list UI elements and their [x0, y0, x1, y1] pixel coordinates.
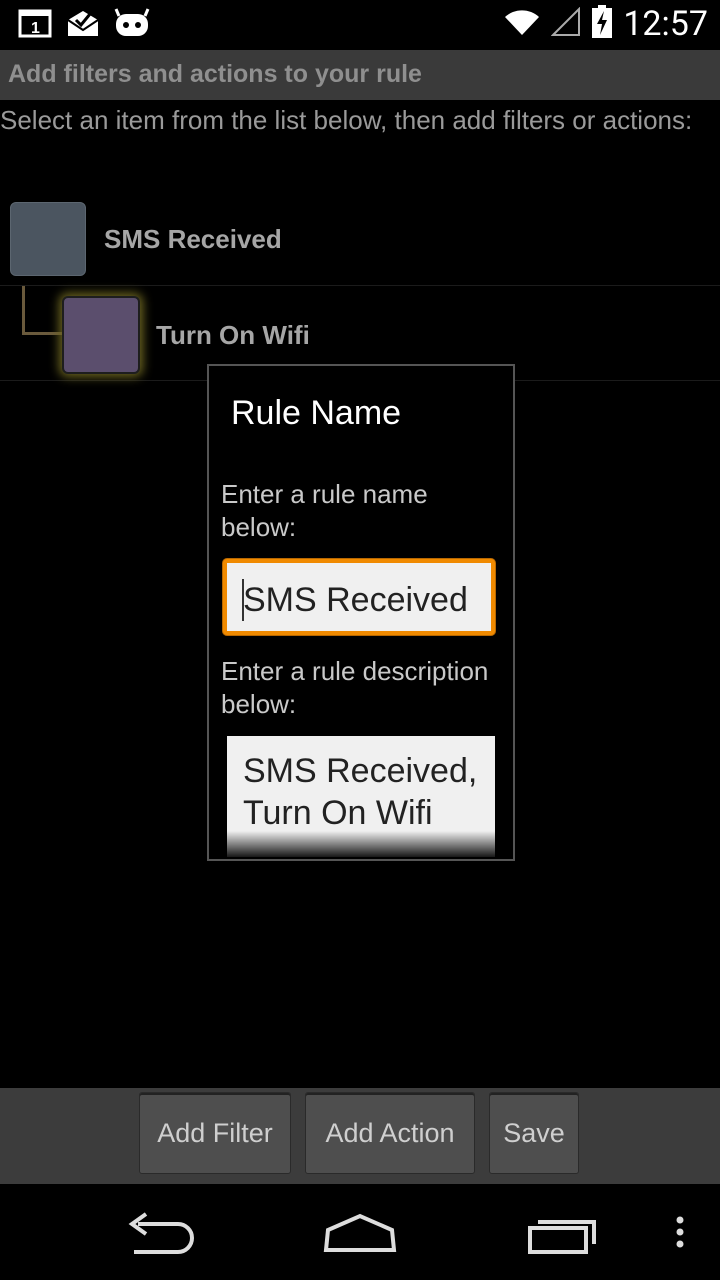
home-icon[interactable] — [322, 1206, 398, 1261]
rule-name-input[interactable]: SMS Received — [223, 559, 495, 635]
signal-icon — [550, 6, 581, 42]
title-bar: Add filters and actions to your rule — [0, 50, 720, 100]
page-title: Add filters and actions to your rule — [8, 60, 422, 88]
scroll-fade — [227, 831, 495, 857]
rule-description-value: SMS Received, Turn On Wifi — [243, 752, 478, 832]
save-button[interactable]: Save — [489, 1092, 579, 1174]
rule-item-label: Turn On Wifi — [156, 320, 310, 350]
rule-name-value: SMS Received — [243, 581, 468, 619]
filter-icon-box — [10, 202, 86, 276]
action-icon-box — [62, 296, 140, 374]
rule-description-label: Enter a rule description below: — [221, 656, 489, 719]
svg-text:1: 1 — [31, 20, 40, 37]
rule-name-dialog: Rule Name Enter a rule name below: SMS R… — [207, 364, 515, 861]
add-filter-button[interactable]: Add Filter — [139, 1092, 291, 1174]
menu-icon[interactable] — [672, 1206, 688, 1261]
mail-icon — [66, 8, 100, 43]
back-icon[interactable] — [124, 1206, 196, 1261]
battery-charging-icon — [591, 4, 613, 44]
add-action-button[interactable]: Add Action — [305, 1092, 475, 1174]
rule-item-label: SMS Received — [104, 224, 282, 254]
dialog-title: Rule Name — [231, 394, 402, 432]
rule-description-input[interactable]: SMS Received, Turn On Wifi — [227, 736, 495, 857]
instructions-text: Select an item from the list below, then… — [0, 105, 693, 135]
status-bar: 1 12:57 — [0, 0, 720, 50]
calendar-icon: 1 — [18, 8, 52, 43]
navigation-bar — [0, 1184, 720, 1280]
clock: 12:57 — [623, 4, 708, 44]
recents-icon[interactable] — [526, 1206, 598, 1261]
wifi-icon — [503, 7, 541, 42]
tree-connector — [22, 286, 63, 335]
button-bar: Add Filter Add Action Save — [0, 1088, 720, 1184]
cyanogen-icon — [114, 8, 150, 43]
rule-item-sms-received[interactable]: SMS Received — [0, 190, 720, 286]
rule-name-label: Enter a rule name below: — [221, 479, 428, 542]
